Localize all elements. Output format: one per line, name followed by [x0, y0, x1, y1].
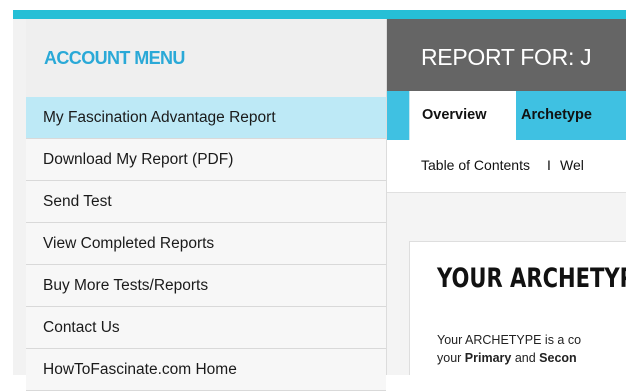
menu-item-home[interactable]: HowToFascinate.com Home: [26, 349, 386, 391]
report-title: REPORT FOR: J: [421, 44, 592, 70]
card-body-text: Your ARCHETYPE is a co your Primary and …: [437, 331, 581, 367]
card-text-line2-prefix: your: [437, 351, 465, 365]
menu-item-buy-more[interactable]: Buy More Tests/Reports: [26, 265, 386, 307]
card-text-line2-mid: and: [511, 351, 540, 365]
menu-item-send-test[interactable]: Send Test: [26, 181, 386, 223]
tab-archetype[interactable]: Archetype: [521, 91, 592, 140]
top-accent-stripe: [13, 10, 626, 19]
card-text-primary: Primary: [464, 351, 512, 365]
table-of-contents-bar: Table of Contents I Wel: [387, 140, 626, 193]
card-text-secondary: Secon: [539, 351, 577, 365]
toc-link-welcome[interactable]: Wel: [560, 157, 584, 173]
account-menu-title: ACCOUNT MENU: [44, 48, 185, 68]
card-title: YOUR ARCHETYP: [437, 263, 626, 294]
card-text-line1: Your ARCHETYPE is a co: [437, 333, 582, 347]
menu-item-download-pdf[interactable]: Download My Report (PDF): [26, 139, 386, 181]
report-tab-bar: Overview Archetype: [387, 91, 626, 140]
report-main-panel: REPORT FOR: J Overview Archetype Table o…: [387, 19, 626, 375]
toc-link-table-of-contents[interactable]: Table of Contents: [421, 157, 530, 173]
account-menu-list: My Fascination Advantage Report Download…: [26, 97, 386, 391]
archetype-card: YOUR ARCHETYP Your ARCHETYPE is a co you…: [409, 241, 626, 375]
account-menu-sidebar: ACCOUNT MENU My Fascination Advantage Re…: [26, 19, 387, 391]
menu-item-view-completed[interactable]: View Completed Reports: [26, 223, 386, 265]
tab-overview[interactable]: Overview: [409, 91, 516, 140]
toc-separator: I: [547, 157, 551, 173]
menu-item-my-report[interactable]: My Fascination Advantage Report: [26, 97, 386, 139]
menu-item-contact-us[interactable]: Contact Us: [26, 307, 386, 349]
